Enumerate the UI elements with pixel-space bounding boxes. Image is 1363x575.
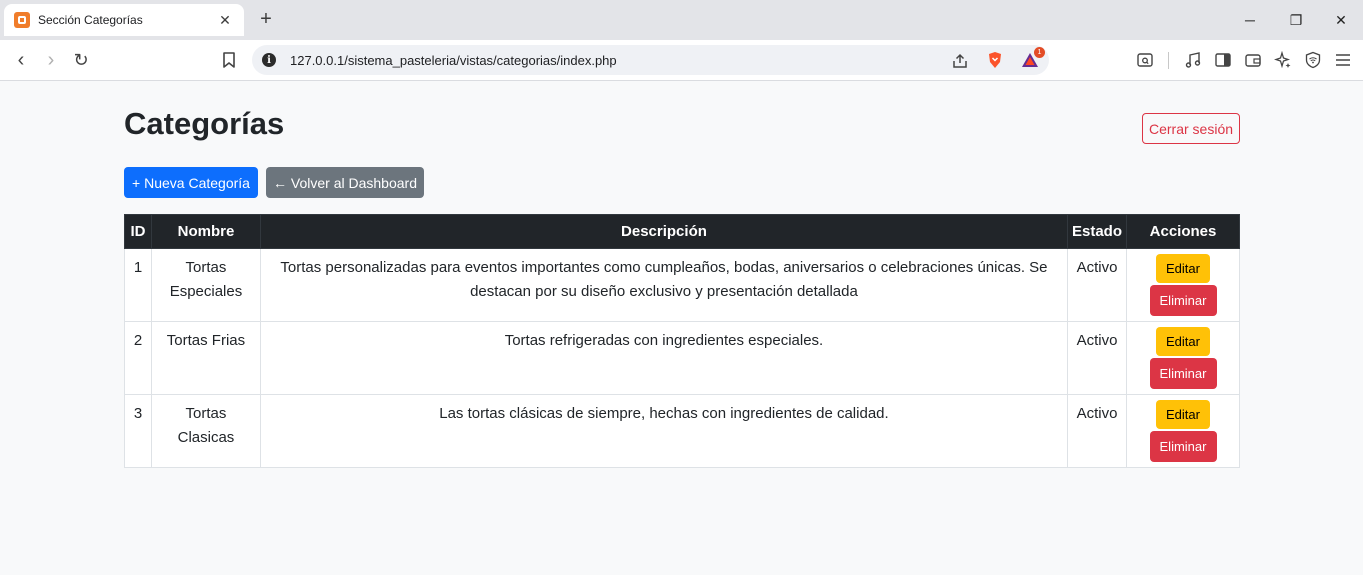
cell-descripcion: Tortas refrigeradas con ingredientes esp… <box>259 321 1069 395</box>
table-row: 2 Tortas Frias Tortas refrigeradas con i… <box>124 321 1240 395</box>
tab-title: Sección Categorías <box>38 13 143 27</box>
header-id: ID <box>124 214 152 249</box>
new-category-button[interactable]: + Nueva Categoría <box>124 167 258 198</box>
cell-nombre: Tortas Clasicas <box>150 394 261 468</box>
browser-tab-bar: Sección Categorías ✕ + ─ ❐ ✕ <box>0 0 1363 40</box>
minimize-button[interactable]: ─ <box>1240 10 1260 30</box>
cell-id: 3 <box>124 394 152 468</box>
delete-button[interactable]: Eliminar <box>1149 358 1217 389</box>
cell-nombre: Tortas Especiales <box>150 248 261 322</box>
edit-button[interactable]: Editar <box>1156 254 1210 283</box>
browser-tab[interactable]: Sección Categorías ✕ <box>4 4 244 36</box>
bookmark-icon[interactable] <box>219 50 239 70</box>
restore-button[interactable]: ❐ <box>1286 10 1306 30</box>
sidebar-icon[interactable] <box>1214 51 1232 69</box>
cell-estado: Activo <box>1066 248 1128 322</box>
cell-acciones: Editar Eliminar <box>1126 248 1240 322</box>
back-to-dashboard-button[interactable]: ← Volver al Dashboard <box>266 167 424 198</box>
new-tab-button[interactable]: + <box>256 9 276 29</box>
categories-table: ID Nombre Descripción Estado Acciones 1 … <box>124 214 1240 468</box>
toolbar-divider <box>1168 52 1169 69</box>
header-descripcion: Descripción <box>259 214 1069 249</box>
brave-shields-icon[interactable] <box>986 51 1004 69</box>
table-row: 3 Tortas Clasicas Las tortas clásicas de… <box>124 394 1240 468</box>
address-bar[interactable]: i 127.0.0.1/sistema_pasteleria/vistas/ca… <box>252 45 1049 75</box>
cell-descripcion: Las tortas clásicas de siempre, hechas c… <box>259 394 1069 468</box>
cell-estado: Activo <box>1066 394 1128 468</box>
cell-nombre: Tortas Frias <box>150 321 261 395</box>
delete-button[interactable]: Eliminar <box>1149 285 1217 316</box>
edit-button[interactable]: Editar <box>1156 327 1210 356</box>
header-acciones: Acciones <box>1126 214 1240 249</box>
rewards-badge: 1 <box>1034 47 1045 58</box>
url-text[interactable]: 127.0.0.1/sistema_pasteleria/vistas/cate… <box>290 53 1049 68</box>
table-row: 1 Tortas Especiales Tortas personalizada… <box>124 248 1240 322</box>
back-button[interactable]: ‹ <box>10 49 32 71</box>
cell-acciones: Editar Eliminar <box>1126 394 1240 468</box>
leo-ai-icon[interactable] <box>1274 51 1292 69</box>
tab-close-icon[interactable]: ✕ <box>216 12 234 29</box>
cell-acciones: Editar Eliminar <box>1126 321 1240 395</box>
share-icon[interactable] <box>951 52 969 70</box>
page-title: Categorías <box>124 106 285 141</box>
forward-button[interactable]: › <box>40 49 62 71</box>
site-info-icon[interactable]: i <box>262 53 276 67</box>
cell-id: 2 <box>124 321 152 395</box>
reader-mode-icon[interactable] <box>1136 51 1154 69</box>
header-nombre: Nombre <box>150 214 261 249</box>
vpn-icon[interactable] <box>1304 51 1322 69</box>
browser-toolbar: ‹ › ↻ i 127.0.0.1/sistema_pasteleria/vis… <box>0 40 1363 81</box>
logout-button[interactable]: Cerrar sesión <box>1142 113 1240 144</box>
reload-button[interactable]: ↻ <box>70 49 92 71</box>
close-window-button[interactable]: ✕ <box>1331 10 1351 30</box>
menu-icon[interactable] <box>1334 51 1352 69</box>
cell-estado: Activo <box>1066 321 1128 395</box>
cell-descripcion: Tortas personalizadas para eventos impor… <box>259 248 1069 322</box>
table-header-row: ID Nombre Descripción Estado Acciones <box>124 214 1240 249</box>
header-estado: Estado <box>1066 214 1128 249</box>
media-icon[interactable] <box>1184 51 1202 69</box>
cell-id: 1 <box>124 248 152 322</box>
edit-button[interactable]: Editar <box>1156 400 1210 429</box>
xampp-favicon-icon <box>14 12 30 28</box>
delete-button[interactable]: Eliminar <box>1149 431 1217 462</box>
wallet-icon[interactable] <box>1244 51 1262 69</box>
